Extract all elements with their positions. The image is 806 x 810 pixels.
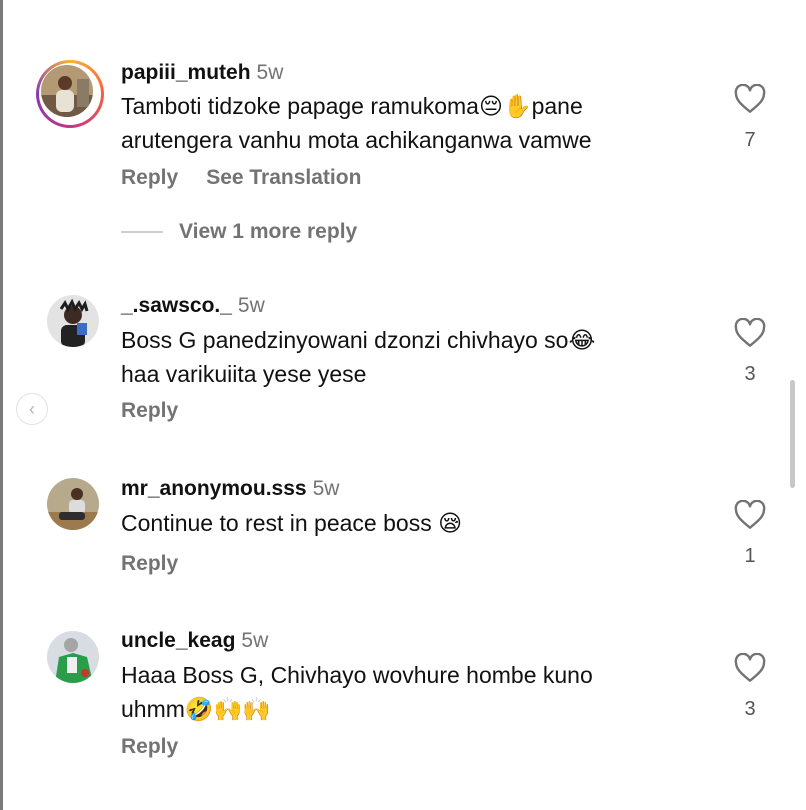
avatar <box>41 65 93 117</box>
comment-text-line: Boss G panedzinyowani dzonzi chivhayo so… <box>121 327 596 353</box>
left-edge-border <box>0 0 3 810</box>
heart-outline-icon[interactable] <box>734 84 766 114</box>
reply-button[interactable]: Reply <box>121 399 178 422</box>
comment-time: 5w <box>237 294 265 317</box>
comment-time: 5w <box>256 61 284 84</box>
view-more-label: View 1 more reply <box>179 220 358 243</box>
reply-button[interactable]: Reply <box>121 735 178 758</box>
comment-text-line: uhmm🤣🙌🙌 <box>121 696 271 722</box>
comment-username[interactable]: mr_anonymou.sss <box>121 477 307 500</box>
avatar[interactable] <box>47 478 99 530</box>
comment-text-line: haa varikuiita yese yese <box>121 361 367 387</box>
like-count: 3 <box>744 698 756 720</box>
avatar[interactable] <box>47 631 99 683</box>
like-count: 7 <box>744 129 756 151</box>
comment-username[interactable]: _.sawsco._ <box>121 294 232 317</box>
comment-username[interactable]: papiii_muteh <box>121 61 251 84</box>
like-count: 3 <box>744 363 756 385</box>
comment-time: 5w <box>312 477 340 500</box>
comment-text-line: arutengera vanhu mota achikanganwa vamwe <box>121 127 592 153</box>
heart-outline-icon[interactable] <box>734 500 766 530</box>
view-more-dash <box>121 231 163 234</box>
reply-button[interactable]: Reply <box>121 166 178 189</box>
view-more-replies-button[interactable]: View 1 more reply <box>121 220 357 244</box>
comment-username[interactable]: uncle_keag <box>121 629 235 652</box>
reply-button[interactable]: Reply <box>121 552 178 575</box>
comment-text-line: Tamboti tidzoke papage ramukoma😔✋pane <box>121 93 583 119</box>
avatar[interactable] <box>47 295 99 347</box>
heart-outline-icon[interactable] <box>734 318 766 348</box>
scrollbar[interactable] <box>790 380 795 488</box>
see-translation-button[interactable]: See Translation <box>206 166 361 189</box>
heart-outline-icon[interactable] <box>734 653 766 683</box>
comment-text-line: Haaa Boss G, Chivhayo wovhure hombe kuno <box>121 662 593 688</box>
like-count: 1 <box>744 545 756 567</box>
comment-time: 5w <box>241 629 269 652</box>
comment-text-line: Continue to rest in peace boss 😪 <box>121 510 463 536</box>
avatar-story-ring[interactable] <box>36 60 104 128</box>
chevron-left-icon[interactable]: ‹ <box>16 393 48 425</box>
